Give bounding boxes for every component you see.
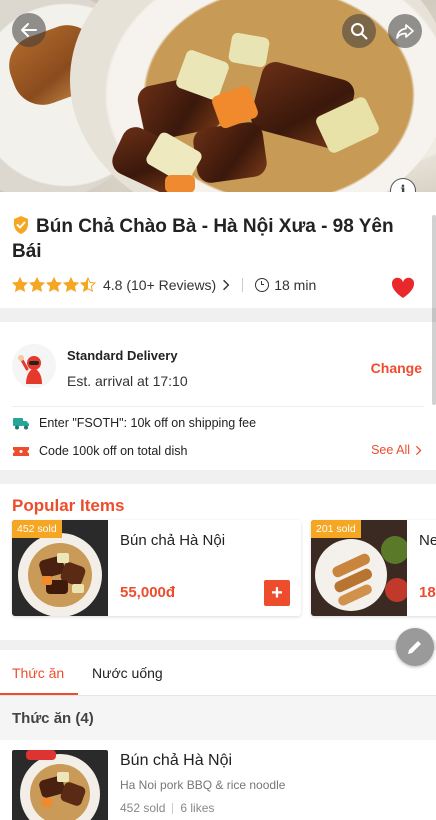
restaurant-title: Bún Chả Chào Bà - Hà Nội Xưa - 98 Yên Bá… xyxy=(12,214,417,264)
item-description: Ha Noi pork BBQ & rice noodle xyxy=(120,778,286,792)
rating-stars xyxy=(12,277,96,293)
menu-tabs: Thức ăn Nước uống xyxy=(0,650,436,696)
arrow-left-icon xyxy=(21,23,37,37)
delivery-time: 18 min xyxy=(274,277,317,293)
share-icon xyxy=(396,24,414,39)
item-name: Ne xyxy=(419,532,436,549)
divider xyxy=(242,278,244,292)
star-half-icon xyxy=(80,277,96,293)
edit-button[interactable] xyxy=(396,628,434,666)
popular-items-section: Popular Items 452 sold Bún chả Hà Nội 55… xyxy=(0,484,436,640)
item-name: Bún chả Hà Nội xyxy=(120,752,233,769)
active-tab-indicator xyxy=(0,693,78,695)
back-button[interactable] xyxy=(12,13,46,47)
papaya-slice xyxy=(227,31,271,69)
grilled-pork xyxy=(191,120,269,185)
tab-drinks[interactable]: Nước uống xyxy=(92,665,163,681)
favorite-heart-icon[interactable] xyxy=(390,276,416,300)
star-icon xyxy=(46,277,62,293)
sold-count: 452 sold xyxy=(120,801,166,815)
see-all-promos-link[interactable]: See All xyxy=(371,443,422,457)
promo-text: Code 100k off on total dish xyxy=(39,444,188,458)
carrot-slice xyxy=(165,175,195,192)
sold-count-badge: 201 sold xyxy=(311,520,361,538)
delivery-eta: Est. arrival at 17:10 xyxy=(67,373,188,389)
divider xyxy=(172,802,174,814)
divider xyxy=(12,406,424,407)
truck-icon xyxy=(13,418,29,430)
delivery-rider-avatar xyxy=(12,344,56,388)
section-title: Thức ăn (4) xyxy=(12,710,94,727)
promo-discount[interactable]: Code 100k off on total dish xyxy=(12,442,188,460)
food-section: Thức ăn (4) Bún chả Hà Nội Ha Noi pork B… xyxy=(0,696,436,820)
menu-item[interactable]: Bún chả Hà Nội Ha Noi pork BBQ & rice no… xyxy=(0,740,436,820)
likes-count: 6 likes xyxy=(180,801,215,815)
popular-items-title: Popular Items xyxy=(12,496,125,515)
chevron-right-icon xyxy=(415,445,422,455)
restaurant-header: Bún Chả Chào Bà - Hà Nội Xưa - 98 Yên Bá… xyxy=(0,192,436,308)
item-price: 18 xyxy=(419,584,436,601)
add-to-cart-button[interactable]: + xyxy=(264,580,290,606)
restaurant-cover-image xyxy=(0,0,436,192)
restaurant-name: Bún Chả Chào Bà - Hà Nội Xưa - 98 Yên Bá… xyxy=(12,216,394,262)
coupon-icon xyxy=(13,447,29,456)
scrollbar[interactable] xyxy=(432,215,436,405)
item-name: Bún chả Hà Nội xyxy=(120,532,226,549)
delivery-section: Standard Delivery Est. arrival at 17:10 … xyxy=(0,322,436,470)
promo-shipping[interactable]: Enter "FSOTH": 10k off on shipping fee xyxy=(12,414,256,432)
star-icon xyxy=(29,277,45,293)
item-price: 55,000đ xyxy=(120,584,176,601)
clock-icon xyxy=(255,278,270,292)
search-icon xyxy=(351,23,368,40)
tab-food[interactable]: Thức ăn xyxy=(12,665,64,681)
reviews-link[interactable]: 4.8 (10+ Reviews) xyxy=(103,277,216,293)
promo-text: Enter "FSOTH": 10k off on shipping fee xyxy=(39,416,257,430)
food-image: 452 sold xyxy=(12,520,108,616)
plus-icon: + xyxy=(271,582,283,604)
see-all-label: See All xyxy=(371,443,410,457)
popular-item-card[interactable]: 201 sold Ne 18 xyxy=(311,520,436,616)
search-button[interactable] xyxy=(342,14,376,48)
delivery-title: Standard Delivery xyxy=(67,348,178,363)
item-meta: 452 sold 6 likes xyxy=(120,801,214,815)
rating-row: 4.8 (10+ Reviews) 18 min xyxy=(12,273,422,297)
pencil-icon xyxy=(408,641,421,654)
star-icon xyxy=(12,277,28,293)
star-icon xyxy=(63,277,79,293)
change-delivery-button[interactable]: Change xyxy=(371,360,422,376)
shield-check-icon xyxy=(14,216,28,234)
share-button[interactable] xyxy=(388,14,422,48)
food-image xyxy=(12,750,108,820)
sold-count-badge: 452 sold xyxy=(12,520,62,538)
popular-item-card[interactable]: 452 sold Bún chả Hà Nội 55,000đ + xyxy=(12,520,301,616)
food-image: 201 sold xyxy=(311,520,407,616)
chevron-right-icon xyxy=(223,279,230,291)
